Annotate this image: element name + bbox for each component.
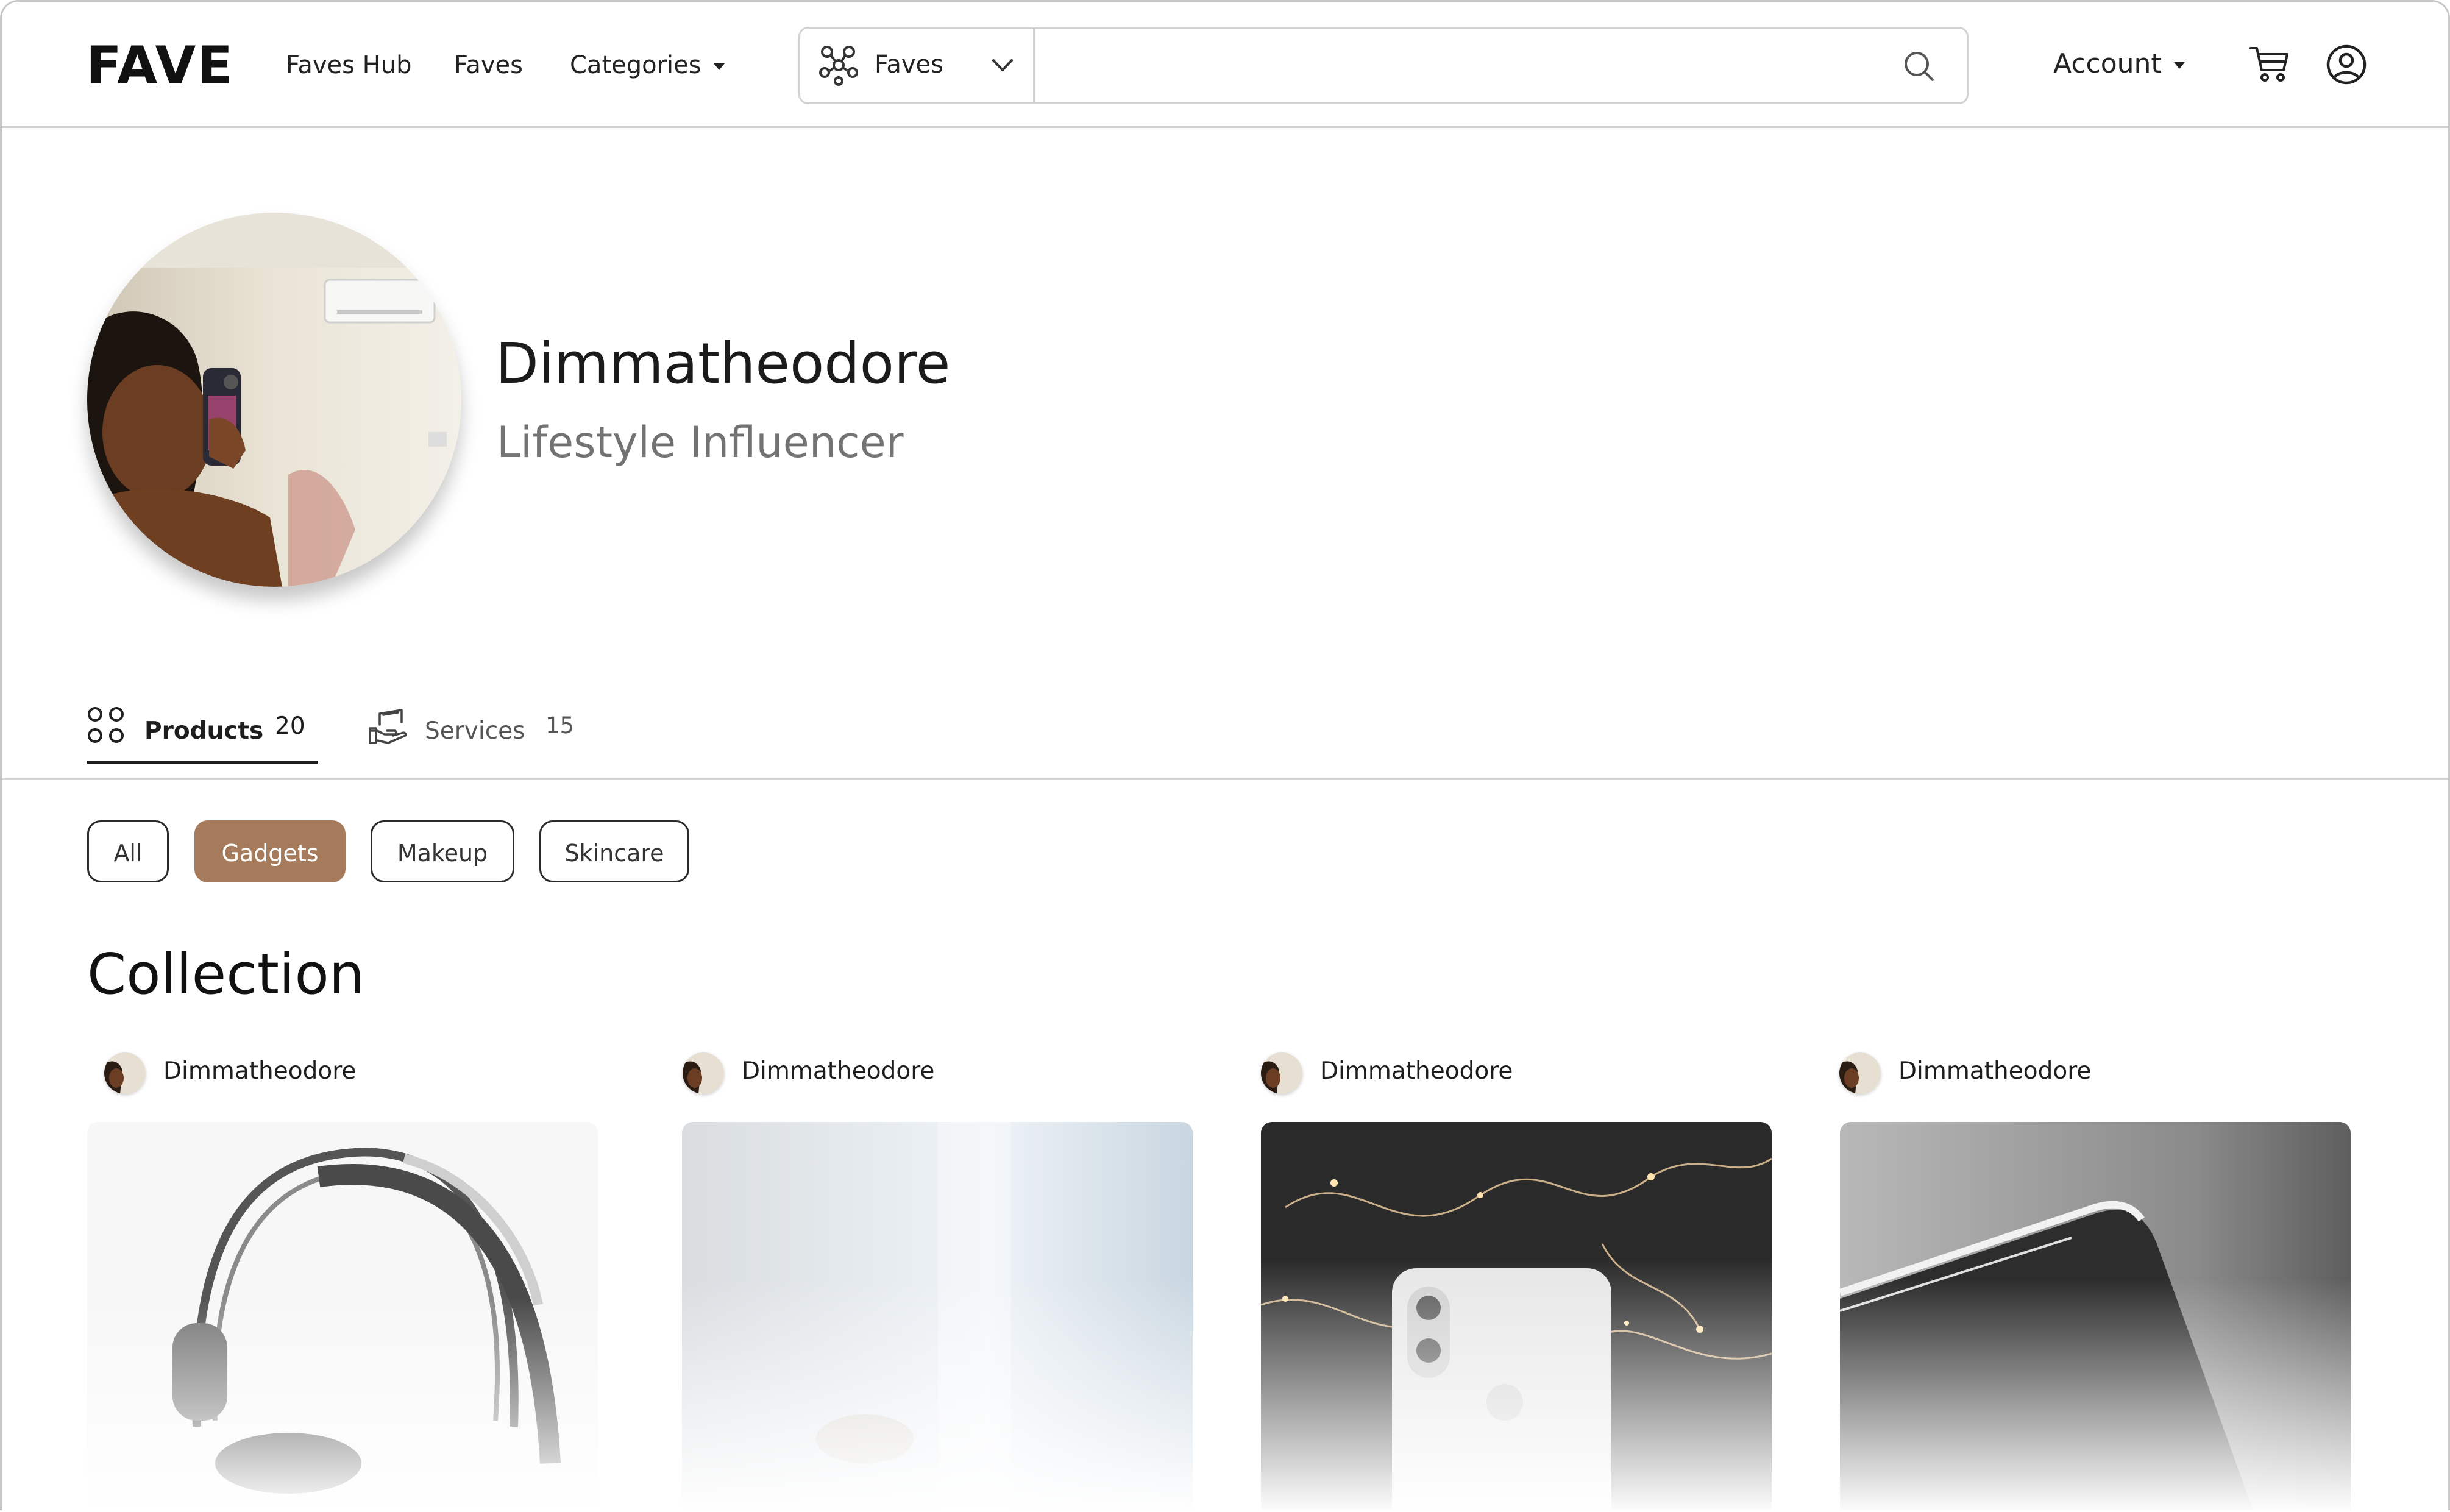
user-profile-icon[interactable] [2325, 43, 2368, 86]
author-name: Dimmatheodore [1320, 1057, 1513, 1085]
faves-network-icon [819, 46, 858, 86]
product-image-headphones[interactable] [87, 1122, 598, 1510]
author-avatar [683, 1052, 724, 1094]
filter-chip-skincare[interactable]: Skincare [539, 820, 689, 882]
chevron-down-icon [992, 59, 1013, 71]
search-scope-label: Faves [875, 51, 943, 79]
collection-heading: Collection [87, 942, 365, 1007]
tab-services[interactable]: Services 15 [367, 703, 575, 764]
account-label: Account [2053, 48, 2162, 79]
card-author[interactable]: Dimmatheodore [87, 1049, 453, 1098]
author-name: Dimmatheodore [742, 1057, 935, 1085]
app-window: FAVE Faves Hub Faves Categories Faves Ac… [0, 0, 2450, 1510]
fave-logo[interactable]: FAVE [86, 40, 234, 92]
tab-services-count: 15 [545, 712, 575, 739]
nav-categories[interactable]: Categories [570, 51, 725, 80]
search-input[interactable] [1044, 41, 1881, 91]
tabs-divider [2, 778, 2448, 780]
grid-icon [88, 707, 124, 743]
search-bar: Faves [798, 27, 1969, 104]
profile-name: Dimmatheodore [495, 331, 951, 396]
search-scope-select[interactable]: Faves [800, 29, 1035, 102]
account-menu[interactable]: Account [2053, 49, 2185, 79]
tab-products[interactable]: Products 20 [87, 703, 318, 764]
top-header: FAVE Faves Hub Faves Categories Faves Ac… [2, 2, 2448, 128]
product-image-iphone[interactable] [1261, 1122, 1772, 1510]
tab-products-count: 20 [275, 712, 305, 740]
card-author[interactable]: Dimmatheodore [666, 1049, 1031, 1098]
profile-avatar [87, 213, 461, 587]
caret-down-icon [713, 63, 725, 70]
caret-down-icon [2173, 62, 2185, 69]
cart-icon[interactable] [2248, 44, 2291, 85]
product-image-phone-edge[interactable] [1840, 1122, 2351, 1510]
search-icon[interactable] [1902, 49, 1935, 82]
profile-subtitle: Lifestyle Influencer [497, 417, 904, 467]
active-tab-underline [87, 761, 318, 764]
author-avatar [1839, 1052, 1881, 1094]
card-author[interactable]: Dimmatheodore [1244, 1049, 1610, 1098]
nav-faves[interactable]: Faves [454, 51, 523, 80]
filter-chip-all[interactable]: All [87, 820, 169, 882]
author-avatar [1261, 1052, 1302, 1094]
author-name: Dimmatheodore [163, 1057, 357, 1085]
tab-services-label: Services [425, 717, 525, 745]
categories-label: Categories [570, 51, 701, 79]
tab-products-label: Products [144, 717, 264, 745]
filter-chip-makeup[interactable]: Makeup [371, 820, 514, 882]
product-image-light-glass[interactable] [682, 1122, 1193, 1510]
hand-service-icon [369, 709, 407, 744]
author-name: Dimmatheodore [1898, 1057, 2092, 1085]
card-author[interactable]: Dimmatheodore [1822, 1049, 2188, 1098]
filter-chip-gadgets[interactable]: Gadgets [194, 820, 346, 882]
author-avatar [104, 1052, 146, 1094]
nav-faves-hub[interactable]: Faves Hub [286, 51, 412, 80]
